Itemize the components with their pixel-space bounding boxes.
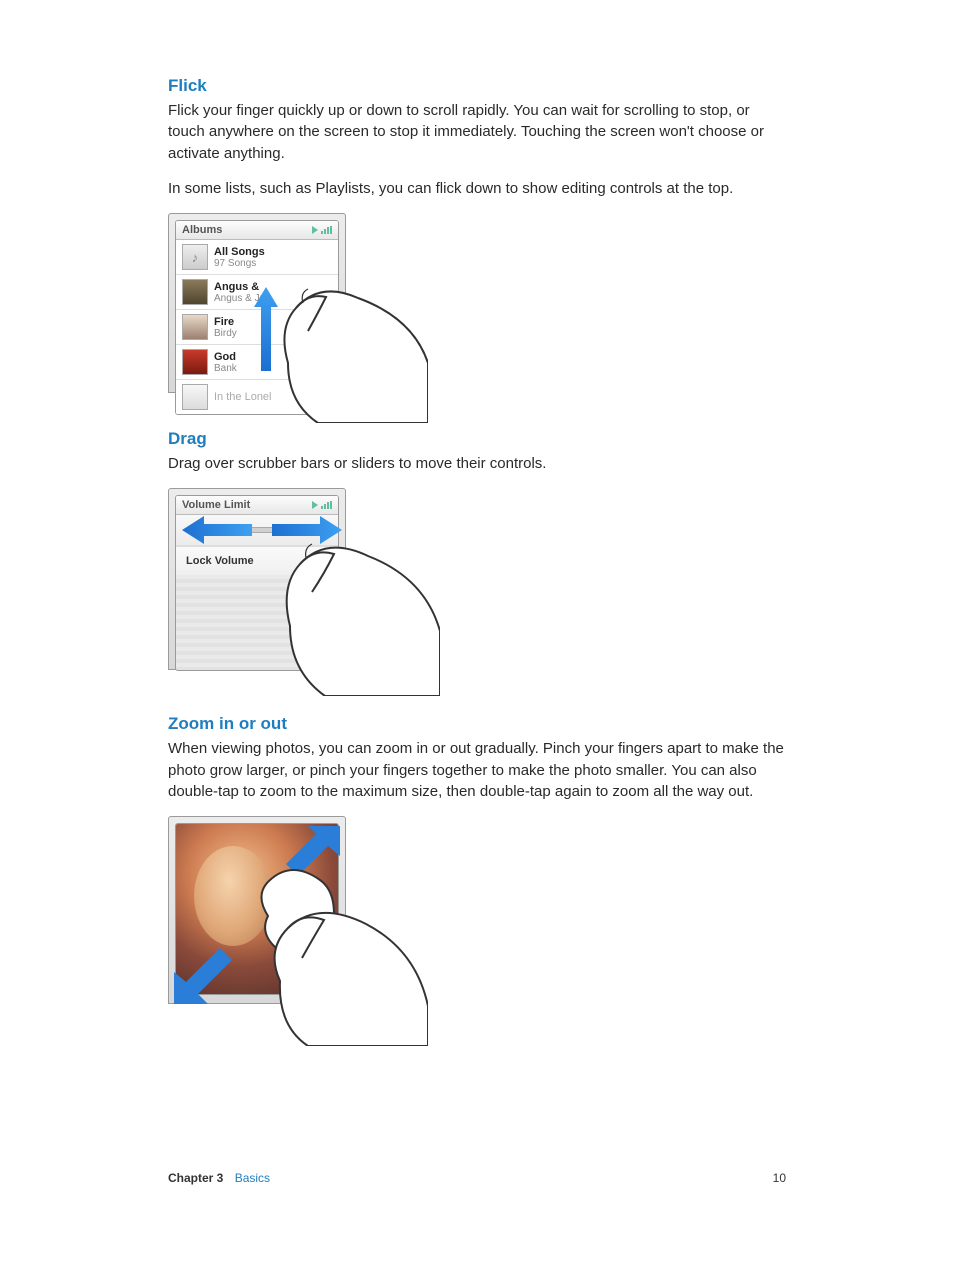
zoom-arrow-down-left-icon [174,934,244,1004]
row-subtitle: Birdy [214,328,237,339]
flick-paragraph-2: In some lists, such as Playlists, you ca… [168,178,786,199]
battery-bars-icon [321,501,332,509]
row-subtitle: 97 Songs [214,258,265,269]
flick-paragraph-1: Flick your finger quickly up or down to … [168,100,786,164]
footer-chapter-label: Chapter 3 [168,1171,223,1185]
row-title: God [214,351,237,363]
albums-title: Albums [182,224,222,236]
zoom-arrow-up-right-icon [280,826,340,886]
album-cover-icon [182,279,208,305]
list-item: In the Lonel [176,380,338,414]
section-title-zoom: Zoom in or out [168,714,786,734]
volume-limit-title: Volume Limit [182,499,250,511]
status-icons [312,226,332,234]
album-cover-icon: ♪ [182,244,208,270]
row-title: All Songs [214,246,265,258]
row-title: In the Lonel [214,391,272,403]
lock-volume-row: Lock Volume [176,546,338,575]
drag-paragraph-1: Drag over scrubber bars or sliders to mo… [168,453,786,474]
section-title-flick: Flick [168,76,786,96]
zoom-illustration [168,816,786,1026]
battery-bars-icon [321,226,332,234]
page-footer: Chapter 3 Basics 10 [168,1171,786,1185]
zoom-paragraph-1: When viewing photos, you can zoom in or … [168,738,786,802]
flick-arrow-icon [254,287,278,371]
flick-illustration: Albums ♪ All Songs 97 Songs [168,213,786,403]
album-cover-icon [182,384,208,410]
list-item: ♪ All Songs 97 Songs [176,240,338,275]
play-icon [312,501,318,509]
section-title-drag: Drag [168,429,786,449]
play-icon [312,226,318,234]
footer-chapter-title: Basics [235,1171,270,1185]
footer-page-number: 10 [773,1171,786,1185]
album-cover-icon [182,314,208,340]
album-cover-icon [182,349,208,375]
row-subtitle: Bank [214,363,237,374]
drag-arrows-icon [182,514,342,546]
drag-illustration: Volume Limit Lock Volume [168,488,786,688]
row-title: Fire [214,316,237,328]
screen-filler [176,575,338,670]
status-icons [312,501,332,509]
